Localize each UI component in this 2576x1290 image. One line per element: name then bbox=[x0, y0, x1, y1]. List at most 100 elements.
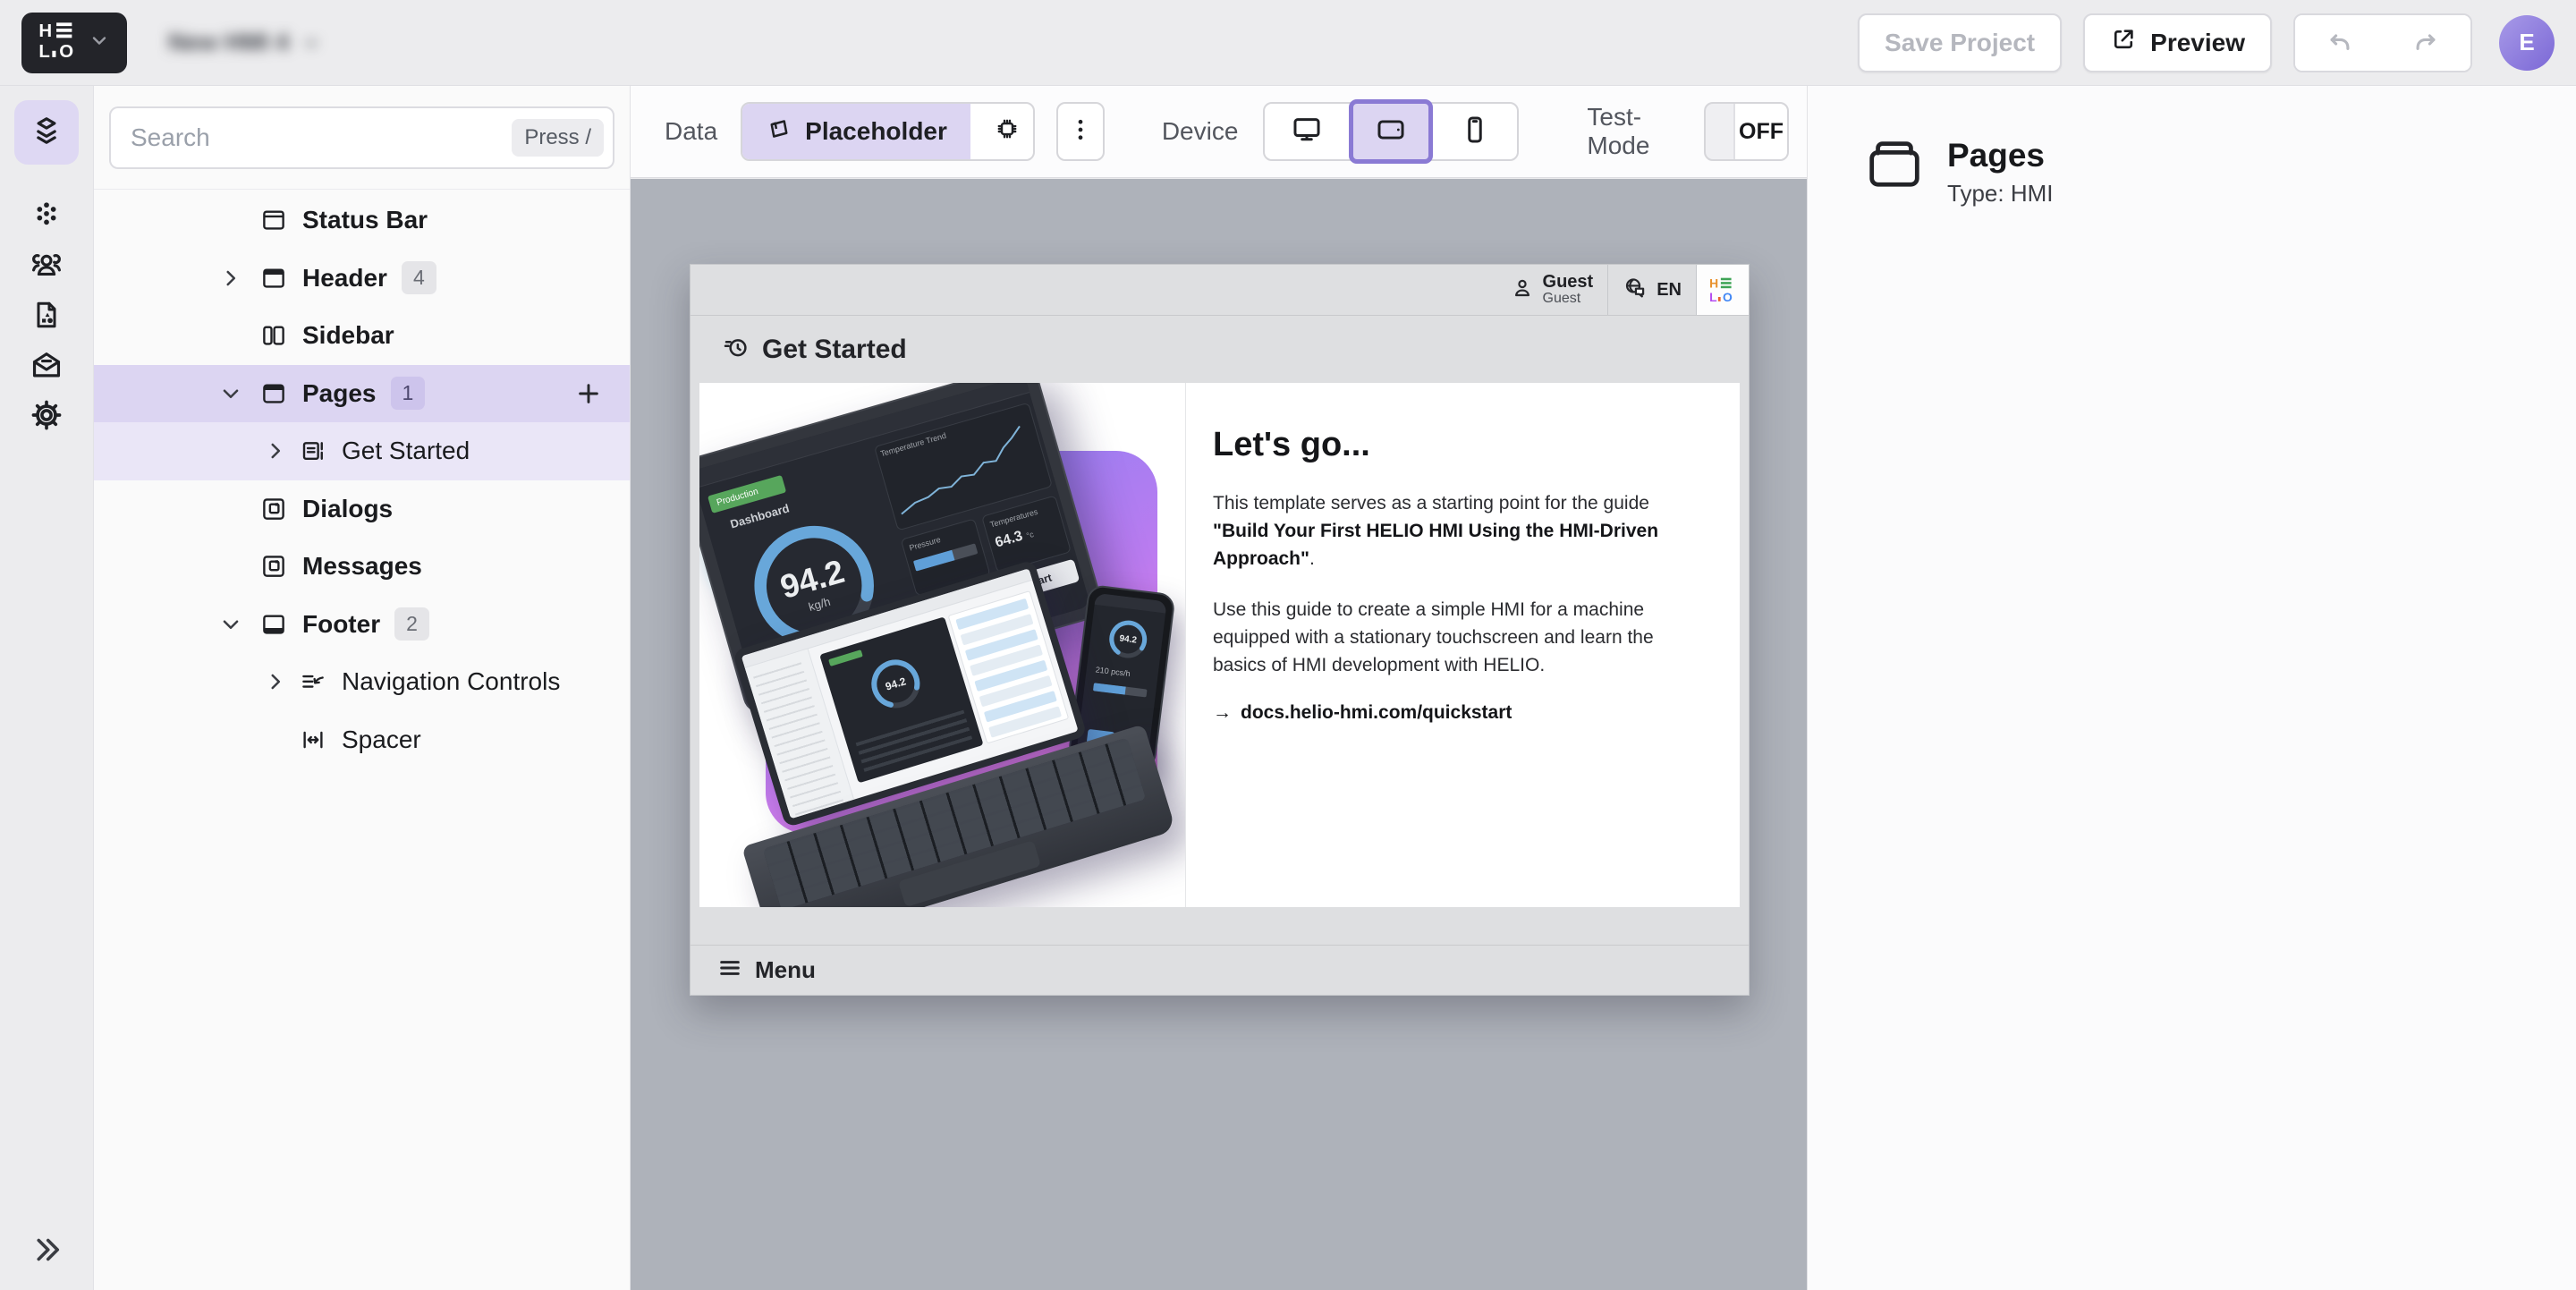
search-shortcut-badge: Press / bbox=[512, 119, 604, 157]
topbar-actions: Save Project Preview bbox=[1858, 13, 2555, 72]
page-article-icon bbox=[300, 437, 326, 464]
device-segmented bbox=[1263, 102, 1519, 161]
rail-item-users[interactable] bbox=[29, 242, 64, 292]
layers-icon bbox=[30, 114, 64, 152]
device-phone[interactable] bbox=[1433, 102, 1517, 161]
helio-logo-icon: H L O bbox=[38, 21, 81, 64]
save-project-button[interactable]: Save Project bbox=[1858, 13, 2062, 72]
inspector-subtitle: Type: HMI bbox=[1947, 180, 2053, 208]
tree-item-get-started[interactable]: Get Started bbox=[94, 422, 630, 480]
spacer-icon bbox=[300, 726, 326, 753]
hmi-intro-text: Let's go... This template serves as a st… bbox=[1186, 383, 1740, 907]
chevrons-right-icon bbox=[31, 1234, 64, 1270]
mail-icon bbox=[30, 348, 64, 386]
svg-text:L: L bbox=[38, 42, 49, 60]
browser-window-icon bbox=[260, 380, 287, 407]
device-tablet[interactable] bbox=[1349, 99, 1433, 164]
tree-item-footer[interactable]: Footer 2 bbox=[94, 596, 630, 654]
helio-logo-menu[interactable]: H L O bbox=[21, 13, 127, 73]
hmi-paragraph-2: Use this guide to create a simple HMI fo… bbox=[1213, 596, 1709, 679]
svg-text:H: H bbox=[38, 21, 52, 41]
panel-footer-icon bbox=[260, 611, 287, 638]
toggle-track bbox=[1706, 104, 1733, 159]
quickstart-link[interactable]: → docs.helio-hmi.com/quickstart bbox=[1213, 702, 1709, 724]
more-options-button[interactable] bbox=[1056, 102, 1105, 161]
hmi-user-role: Guest bbox=[1543, 292, 1594, 307]
rail-item-assets[interactable] bbox=[29, 292, 64, 342]
person-icon bbox=[1511, 276, 1534, 304]
data-source-segmented: Placeholder PLC bbox=[741, 102, 1035, 161]
chevron-right-icon[interactable] bbox=[264, 439, 300, 463]
hmi-preview-card[interactable]: Guest Guest bbox=[690, 264, 1750, 996]
svg-text:O: O bbox=[59, 42, 73, 60]
user-avatar[interactable]: E bbox=[2499, 15, 2555, 71]
tree-item-spacer[interactable]: Spacer bbox=[94, 711, 630, 769]
panel-header-icon bbox=[260, 265, 287, 292]
placeholder-label: Placeholder bbox=[805, 117, 947, 146]
test-mode-label: Test-Mode bbox=[1587, 103, 1680, 160]
hmi-page-header: Get Started bbox=[691, 316, 1749, 383]
inspector-panel: Pages Type: HMI bbox=[1807, 86, 2576, 1290]
preview-button[interactable]: Preview bbox=[2083, 13, 2272, 72]
quickstart-link-text: docs.helio-hmi.com/quickstart bbox=[1241, 702, 1512, 724]
device-desktop[interactable] bbox=[1265, 102, 1349, 161]
rail-item-layers[interactable] bbox=[14, 100, 79, 165]
icon-rail bbox=[0, 86, 94, 1290]
rail-item-mail[interactable] bbox=[29, 342, 64, 392]
inspector-header: Pages Type: HMI bbox=[1808, 86, 2576, 208]
panel-left-icon bbox=[260, 322, 287, 349]
hmi-language-menu[interactable]: EN bbox=[1608, 265, 1696, 315]
hmi-status-bar: Guest Guest bbox=[691, 265, 1749, 316]
tree-item-pages[interactable]: Pages 1 bbox=[94, 365, 630, 423]
rail-item-apps[interactable] bbox=[29, 191, 64, 242]
placeholder-icon bbox=[766, 115, 792, 149]
collapse-rail-button[interactable] bbox=[0, 1234, 94, 1270]
count-badge: 4 bbox=[402, 261, 436, 294]
tree-item-sidebar[interactable]: Sidebar bbox=[94, 307, 630, 365]
layer-tree: Status Bar Header 4 bbox=[94, 190, 630, 768]
hmi-user-menu[interactable]: Guest Guest bbox=[1496, 265, 1608, 315]
chevron-right-icon[interactable] bbox=[264, 670, 300, 693]
rail-item-settings[interactable] bbox=[29, 392, 64, 442]
count-badge: 1 bbox=[391, 377, 426, 410]
panel-top-icon bbox=[260, 207, 287, 233]
add-page-button[interactable] bbox=[571, 376, 606, 412]
hmi-helio-logo: H L O bbox=[1697, 265, 1749, 315]
tree-item-header[interactable]: Header 4 bbox=[94, 250, 630, 308]
search-row: Search Press / bbox=[94, 86, 630, 190]
search-input[interactable]: Search Press / bbox=[109, 106, 614, 169]
dialog-icon bbox=[260, 496, 287, 522]
main-area: Data Placeholder bbox=[631, 86, 1807, 1290]
svg-text:O: O bbox=[1723, 290, 1733, 303]
chevron-right-icon[interactable] bbox=[219, 267, 260, 290]
chevron-down-icon[interactable] bbox=[219, 382, 260, 405]
tree-item-dialogs[interactable]: Dialogs bbox=[94, 480, 630, 539]
hmi-language-label: EN bbox=[1657, 280, 1682, 301]
hmi-menu-bar[interactable]: Menu bbox=[691, 945, 1749, 995]
pages-window-icon bbox=[1865, 138, 1924, 194]
undo-button[interactable] bbox=[2295, 15, 2383, 71]
apps-icon bbox=[30, 199, 63, 235]
tree-item-messages[interactable]: Messages bbox=[94, 538, 630, 596]
hmi-user-name: Guest bbox=[1543, 273, 1594, 292]
settings-icon bbox=[30, 398, 64, 437]
arrow-right-icon: → bbox=[1213, 702, 1232, 724]
tree-item-navigation-controls[interactable]: Navigation Controls bbox=[94, 653, 630, 711]
test-mode-toggle[interactable]: OFF bbox=[1704, 102, 1789, 161]
tablet-icon bbox=[1376, 115, 1406, 149]
data-source-plc[interactable]: PLC bbox=[970, 104, 1035, 159]
navigation-controls-icon bbox=[300, 668, 326, 695]
chevron-down-icon[interactable] bbox=[219, 613, 260, 636]
hmi-intro-heading: Let's go... bbox=[1213, 426, 1709, 464]
tree-item-status-bar[interactable]: Status Bar bbox=[94, 191, 630, 250]
project-title[interactable]: New HMI 4 bbox=[168, 29, 321, 56]
topbar: H L O New HMI 4 Save Project bbox=[0, 0, 2576, 86]
canvas-toolbar: Data Placeholder bbox=[631, 86, 1807, 178]
data-source-placeholder[interactable]: Placeholder bbox=[742, 104, 970, 159]
redo-button[interactable] bbox=[2383, 15, 2470, 71]
design-canvas[interactable]: Guest Guest bbox=[631, 179, 1807, 1290]
quickstart-clock-icon bbox=[723, 334, 750, 365]
toggle-state: OFF bbox=[1733, 104, 1787, 159]
external-link-icon bbox=[2110, 26, 2137, 59]
kebab-menu-icon bbox=[1067, 116, 1094, 148]
